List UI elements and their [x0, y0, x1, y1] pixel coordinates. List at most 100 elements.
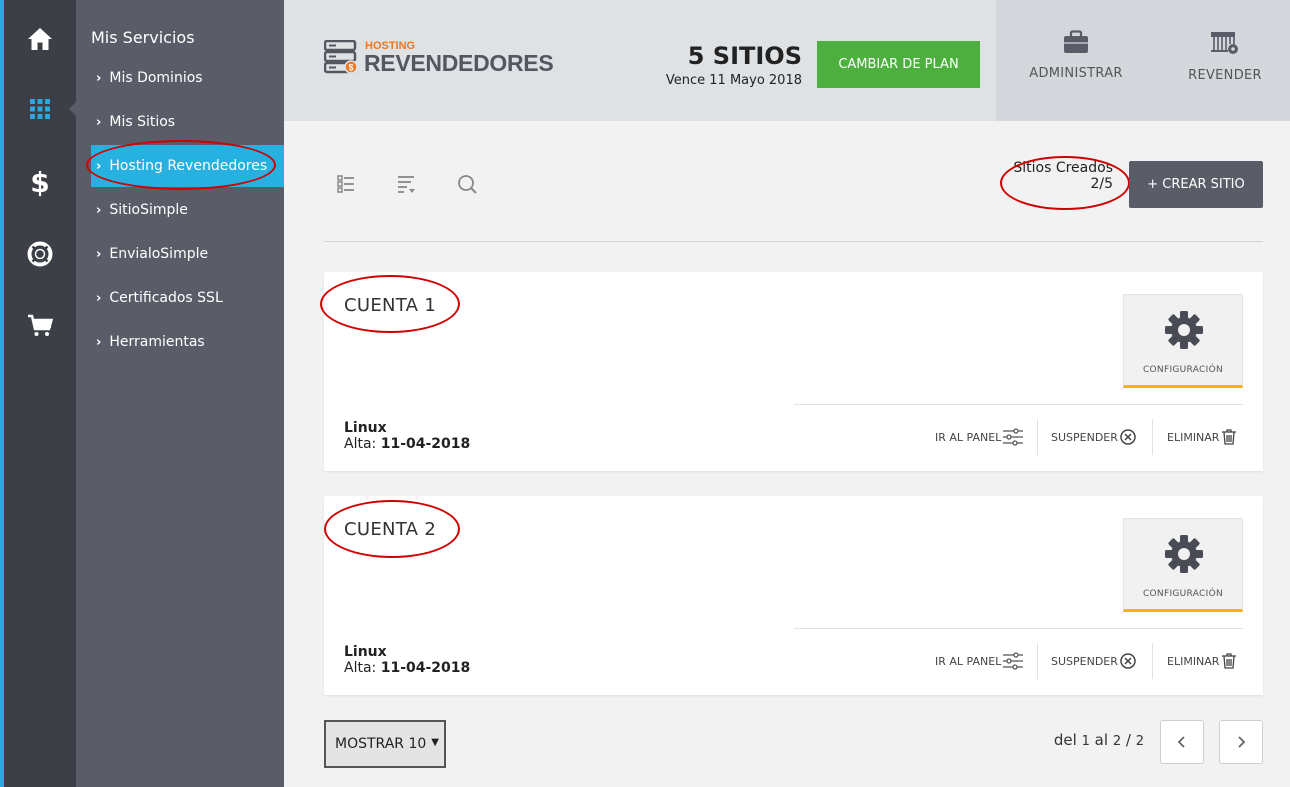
submenu-item-mis-dominios[interactable]: › Mis Dominios	[91, 57, 284, 99]
chevron-right-icon: ›	[96, 290, 102, 306]
sites-created-value: 2/5	[1090, 176, 1113, 192]
submenu-item-hosting-revendedores[interactable]: › Hosting Revendedores	[91, 145, 284, 187]
suspend-button[interactable]: SUSPENDER	[1051, 652, 1137, 670]
submenu-item-label: Hosting Revendedores	[109, 158, 268, 174]
pager-to: 2	[1112, 734, 1122, 749]
trash-icon	[1222, 429, 1237, 445]
delete-label: ELIMINAR	[1167, 430, 1220, 444]
sort-filter-icon[interactable]	[394, 172, 418, 196]
change-plan-button[interactable]: CAMBIAR DE PLAN	[817, 41, 980, 88]
submenu-item-label: EnvialoSimple	[109, 246, 209, 262]
close-circle-icon	[1120, 429, 1136, 445]
alta-label: Alta:	[344, 436, 377, 452]
home-icon	[28, 28, 52, 50]
chevron-left-icon	[1177, 736, 1185, 748]
rail-shop[interactable]	[4, 290, 76, 362]
search-icon[interactable]	[455, 172, 479, 196]
rail-services[interactable]	[4, 73, 77, 145]
chevron-right-icon: ›	[96, 70, 102, 86]
pager-del: del	[1053, 731, 1077, 749]
logo-big-text: REVENDEDORES	[364, 50, 554, 76]
services-submenu: Mis Servicios › Mis Dominios › Mis Sitio…	[76, 0, 284, 787]
delete-button[interactable]: ELIMINAR	[1167, 428, 1238, 446]
submenu-item-label: Herramientas	[109, 334, 205, 350]
go-to-panel-button[interactable]: IR AL PANEL	[935, 652, 1024, 670]
action-separator	[1152, 643, 1153, 679]
prev-page-button[interactable]	[1160, 720, 1204, 764]
next-page-button[interactable]	[1219, 720, 1263, 764]
configuration-button[interactable]: CONFIGURACIÓN	[1123, 518, 1243, 612]
configuration-label: CONFIGURACIÓN	[1142, 589, 1224, 599]
sites-created-counter: Sitios Creados 2/5	[1013, 160, 1113, 192]
chevron-right-icon: ›	[96, 334, 102, 350]
submenu-item-label: Certificados SSL	[109, 290, 223, 306]
account-os: Linux	[344, 420, 387, 436]
submenu-item-label: Mis Sitios	[109, 114, 176, 130]
action-separator	[1037, 419, 1038, 455]
revender-label: REVENDER	[1188, 68, 1262, 83]
sites-created-label: Sitios Creados	[1013, 160, 1113, 176]
create-site-button[interactable]: + CREAR SITIO	[1129, 161, 1263, 208]
pager-sep: /	[1125, 731, 1131, 749]
suspend-label: SUSPENDER	[1051, 654, 1118, 668]
submenu-item-sitiosimple[interactable]: › SitioSimple	[91, 189, 284, 231]
account-os: Linux	[344, 644, 387, 660]
submenu-item-certificados-ssl[interactable]: › Certificados SSL	[91, 277, 284, 319]
account-title: CUENTA 2	[344, 519, 437, 540]
header-actions: ADMINISTRAR REVENDER	[996, 0, 1290, 121]
sliders-icon	[1003, 428, 1024, 446]
account-created-date: Alta: 11-04-2018	[344, 436, 470, 452]
submenu-item-label: Mis Dominios	[109, 70, 203, 86]
gear-icon	[1165, 311, 1203, 349]
page-size-select[interactable]: MOSTRAR 10 ▼	[324, 720, 446, 768]
list-view-icon[interactable]	[334, 172, 358, 196]
page-size-value: MOSTRAR 10	[335, 736, 427, 752]
administrar-button[interactable]: ADMINISTRAR	[1006, 30, 1146, 81]
chevron-right-icon: ›	[96, 114, 102, 130]
account-card: CUENTA 1 CONFIGURACIÓN Linux Alta: 11-04…	[324, 272, 1263, 471]
action-separator	[1152, 419, 1153, 455]
delete-button[interactable]: ELIMINAR	[1167, 652, 1238, 670]
submenu-item-envialosimple[interactable]: › EnvialoSimple	[91, 233, 284, 275]
server-icon: $	[324, 40, 358, 74]
gear-icon	[1165, 535, 1203, 573]
briefcase-icon	[1064, 30, 1088, 53]
svg-text:$: $	[348, 63, 353, 73]
account-title: CUENTA 1	[344, 295, 437, 316]
brand-logo: $ HOSTING REVENDEDORES	[324, 40, 564, 80]
apps-grid-icon	[30, 99, 50, 119]
pagination-summary: del 1 al 2 / 2	[1054, 731, 1144, 749]
pager-al: al	[1094, 731, 1109, 749]
delete-label: ELIMINAR	[1167, 654, 1220, 668]
icon-rail: $	[0, 0, 77, 787]
revender-button[interactable]: REVENDER	[1155, 30, 1290, 83]
go-to-panel-button[interactable]: IR AL PANEL	[935, 428, 1024, 446]
plan-expiry-date: Vence 11 Mayo 2018	[665, 73, 802, 88]
caret-down-icon: ▼	[431, 737, 439, 748]
rail-billing[interactable]: $	[4, 146, 76, 218]
suspend-button[interactable]: SUSPENDER	[1051, 428, 1137, 446]
submenu-item-herramientas[interactable]: › Herramientas	[91, 321, 284, 363]
store-settings-icon	[1211, 32, 1238, 54]
cart-icon	[28, 314, 53, 336]
panel-label: IR AL PANEL	[935, 430, 1002, 444]
configuration-button[interactable]: CONFIGURACIÓN	[1123, 294, 1243, 388]
panel-label: IR AL PANEL	[935, 654, 1002, 668]
close-circle-icon	[1120, 653, 1136, 669]
chevron-right-icon	[1238, 736, 1246, 748]
lifebuoy-icon	[27, 241, 53, 267]
rail-home[interactable]	[4, 3, 76, 75]
configuration-label: CONFIGURACIÓN	[1142, 365, 1224, 375]
page-header: $ HOSTING REVENDEDORES 5 SITIOS Vence 11…	[284, 0, 1290, 121]
submenu-item-label: SitioSimple	[109, 202, 188, 218]
rail-support[interactable]	[4, 218, 76, 290]
dollar-icon: $	[30, 165, 50, 199]
alta-date: 11-04-2018	[380, 436, 471, 452]
account-created-date: Alta: 11-04-2018	[344, 660, 470, 676]
submenu-title: Mis Servicios	[91, 28, 195, 47]
chevron-right-icon: ›	[96, 246, 102, 262]
action-separator	[1037, 643, 1038, 679]
submenu-item-mis-sitios[interactable]: › Mis Sitios	[91, 101, 284, 143]
suspend-label: SUSPENDER	[1051, 430, 1118, 444]
pager-total: 2	[1135, 734, 1144, 749]
